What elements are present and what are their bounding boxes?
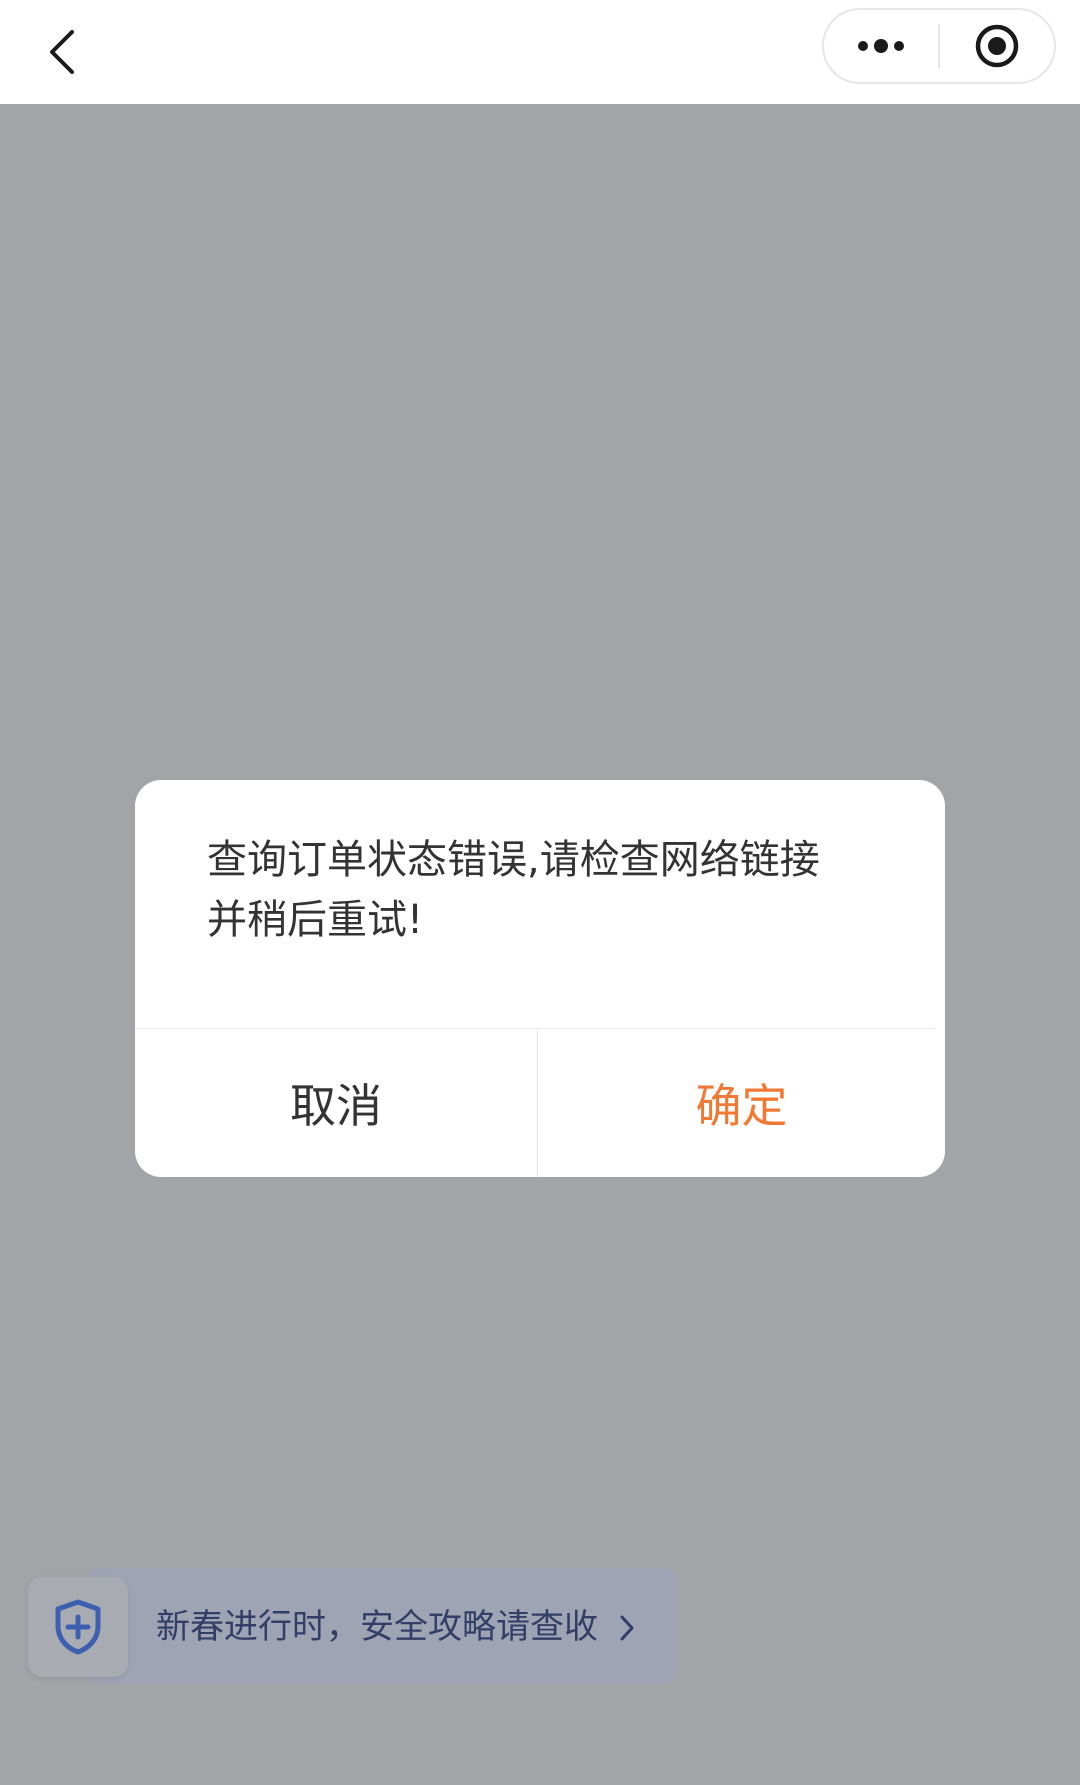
banner-arrow[interactable]: [612, 1608, 642, 1648]
chevron-right-icon: [620, 1615, 634, 1641]
banner-text: 新春进行时，安全攻略请查收: [156, 1607, 598, 1647]
shield-icon-box[interactable]: [28, 1577, 128, 1677]
top-nav-bar: [0, 0, 1080, 104]
close-mini-program-button[interactable]: [940, 10, 1054, 82]
back-button[interactable]: [30, 20, 94, 84]
more-button[interactable]: [824, 10, 938, 82]
target-circle-icon: [975, 24, 1019, 68]
error-dialog: 查询订单状态错误,请检查网络链接并稍后重试! 取消 确定: [135, 780, 945, 1177]
confirm-button[interactable]: 确定: [538, 1029, 945, 1177]
more-dots-icon: [858, 39, 904, 53]
dialog-message: 查询订单状态错误,请检查网络链接并稍后重试!: [207, 837, 820, 943]
mini-program-capsule: [822, 8, 1056, 84]
shield-plus-icon: [55, 1599, 101, 1655]
page: 查询订单状态错误,请检查网络链接并稍后重试! 取消 确定 新春进行时，安全攻略请…: [0, 0, 1080, 1785]
cancel-button[interactable]: 取消: [135, 1029, 537, 1177]
chevron-left-icon: [50, 30, 74, 74]
